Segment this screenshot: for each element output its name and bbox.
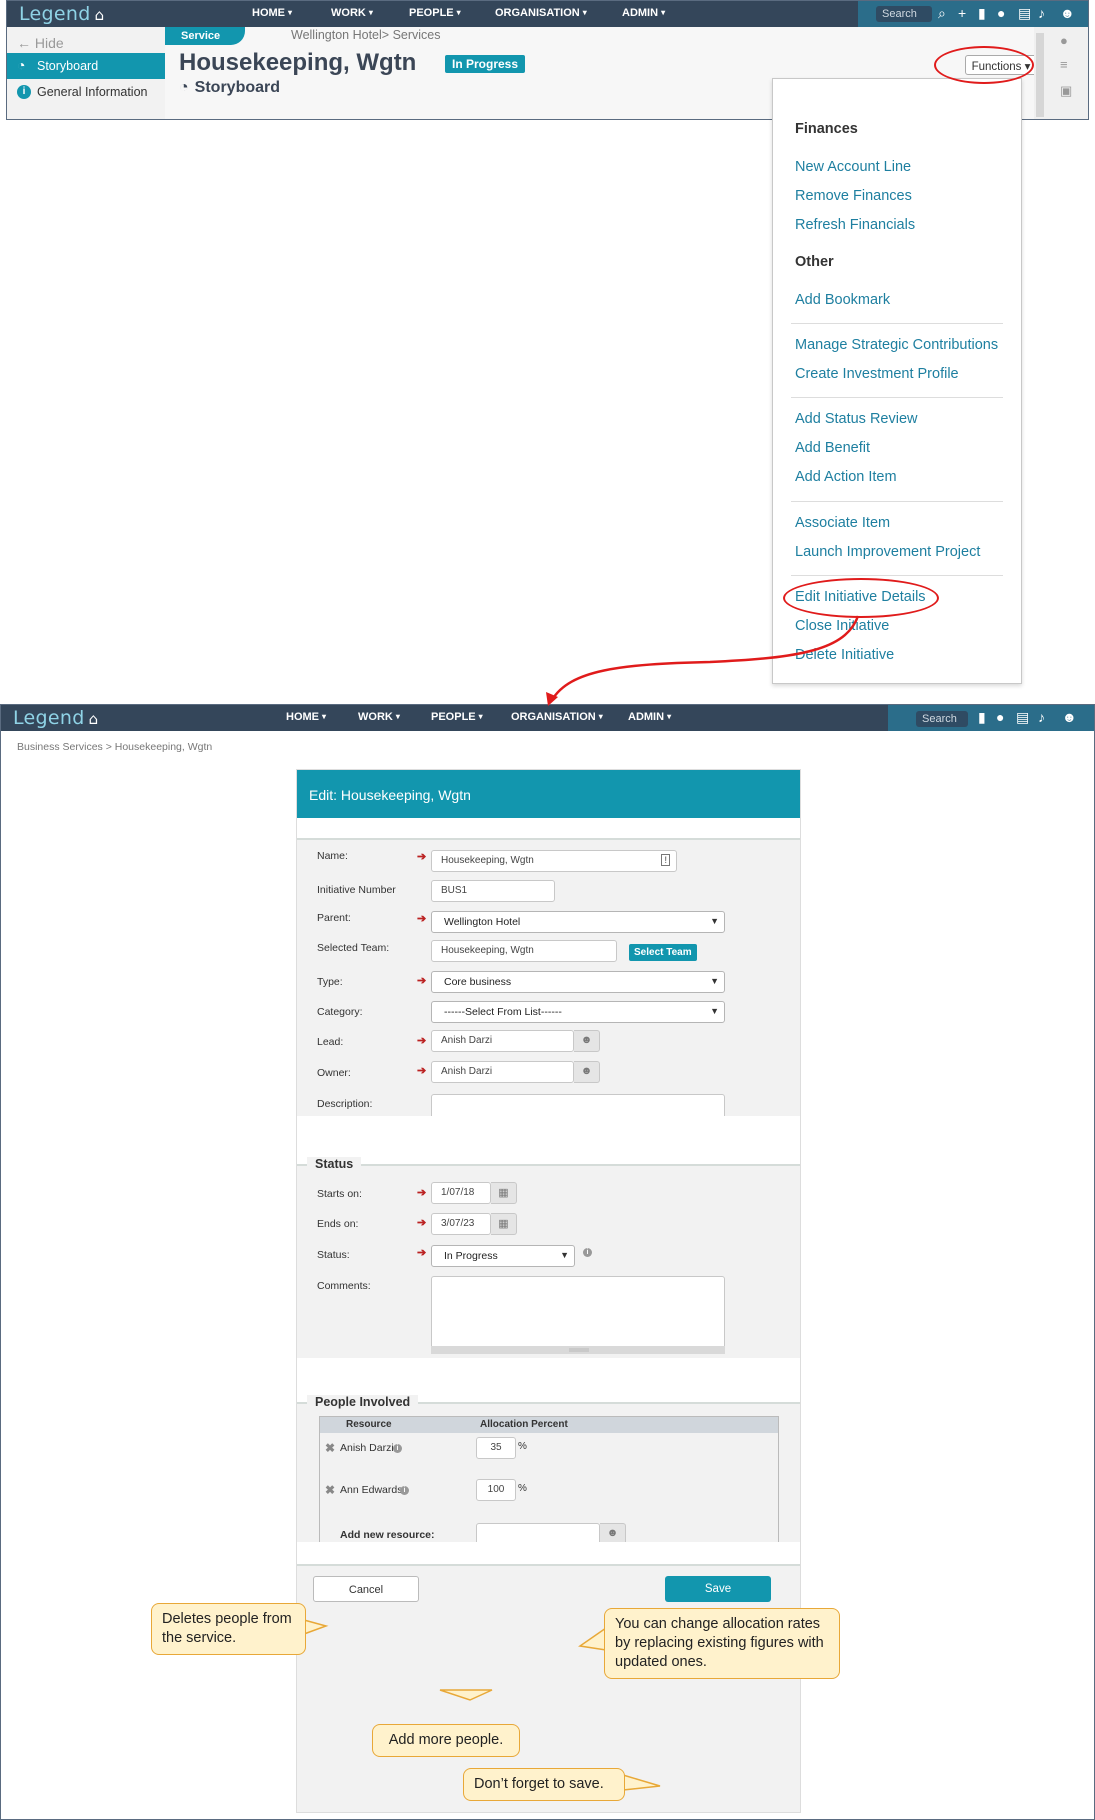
callout-allocation: You can change allocation rates by repla… [604,1608,840,1679]
callout-delete-people: Deletes people from the service. [151,1603,306,1655]
annotation-arrows [303,615,860,1791]
callout-add-people: Add more people. [372,1724,520,1757]
callout-save-reminder: Don’t forget to save. [463,1768,625,1801]
